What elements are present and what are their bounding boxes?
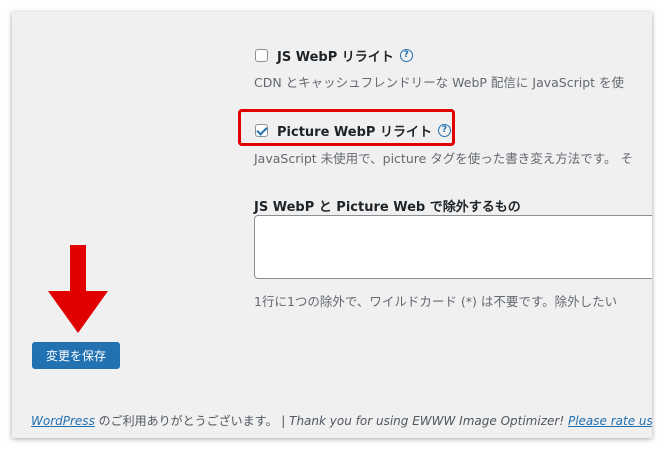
js-webp-checkbox[interactable]: [255, 49, 268, 62]
js-webp-help-icon[interactable]: ?: [399, 49, 413, 62]
admin-footer: WordPress のご利用ありがとうございます。 | Thank you fo…: [31, 412, 652, 429]
picture-webp-label: Picture WebP リライト: [277, 125, 432, 140]
js-webp-option[interactable]: JS WebP リライト ?: [255, 46, 413, 65]
picture-webp-option[interactable]: Picture WebP リライト ?: [255, 121, 451, 140]
footer-jp-text: のご利用ありがとうございます。: [94, 414, 278, 428]
picture-webp-description: JavaScript 未使用で、picture タグを使った書き変え方法です。 …: [254, 151, 633, 166]
js-webp-label: JS WebP リライト: [277, 50, 394, 65]
js-webp-description: CDN とキャッシュフレンドリーな WebP 配信に JavaScript を使: [254, 75, 625, 90]
footer-separator: |: [277, 414, 290, 428]
exclusions-textarea[interactable]: [254, 215, 652, 279]
rate-us-link[interactable]: Please rate us o: [568, 414, 652, 428]
footer-thanks: Thank you for using EWWW Image Optimizer…: [289, 414, 568, 428]
picture-webp-checkbox[interactable]: [255, 124, 268, 137]
exclusions-help-text: 1行に1つの除外で、ワイルドカード (*) は不要です。除外したい: [254, 294, 618, 309]
save-changes-button[interactable]: 変更を保存: [32, 342, 120, 369]
settings-panel: JS WebP リライト ? CDN とキャッシュフレンドリーな WebP 配信…: [12, 12, 652, 438]
wordpress-link[interactable]: WordPress: [31, 414, 95, 428]
exclusions-title: JS WebP と Picture Web で除外するもの: [254, 200, 521, 215]
red-down-arrow-icon: [48, 245, 108, 333]
picture-webp-help-icon[interactable]: ?: [437, 124, 451, 137]
